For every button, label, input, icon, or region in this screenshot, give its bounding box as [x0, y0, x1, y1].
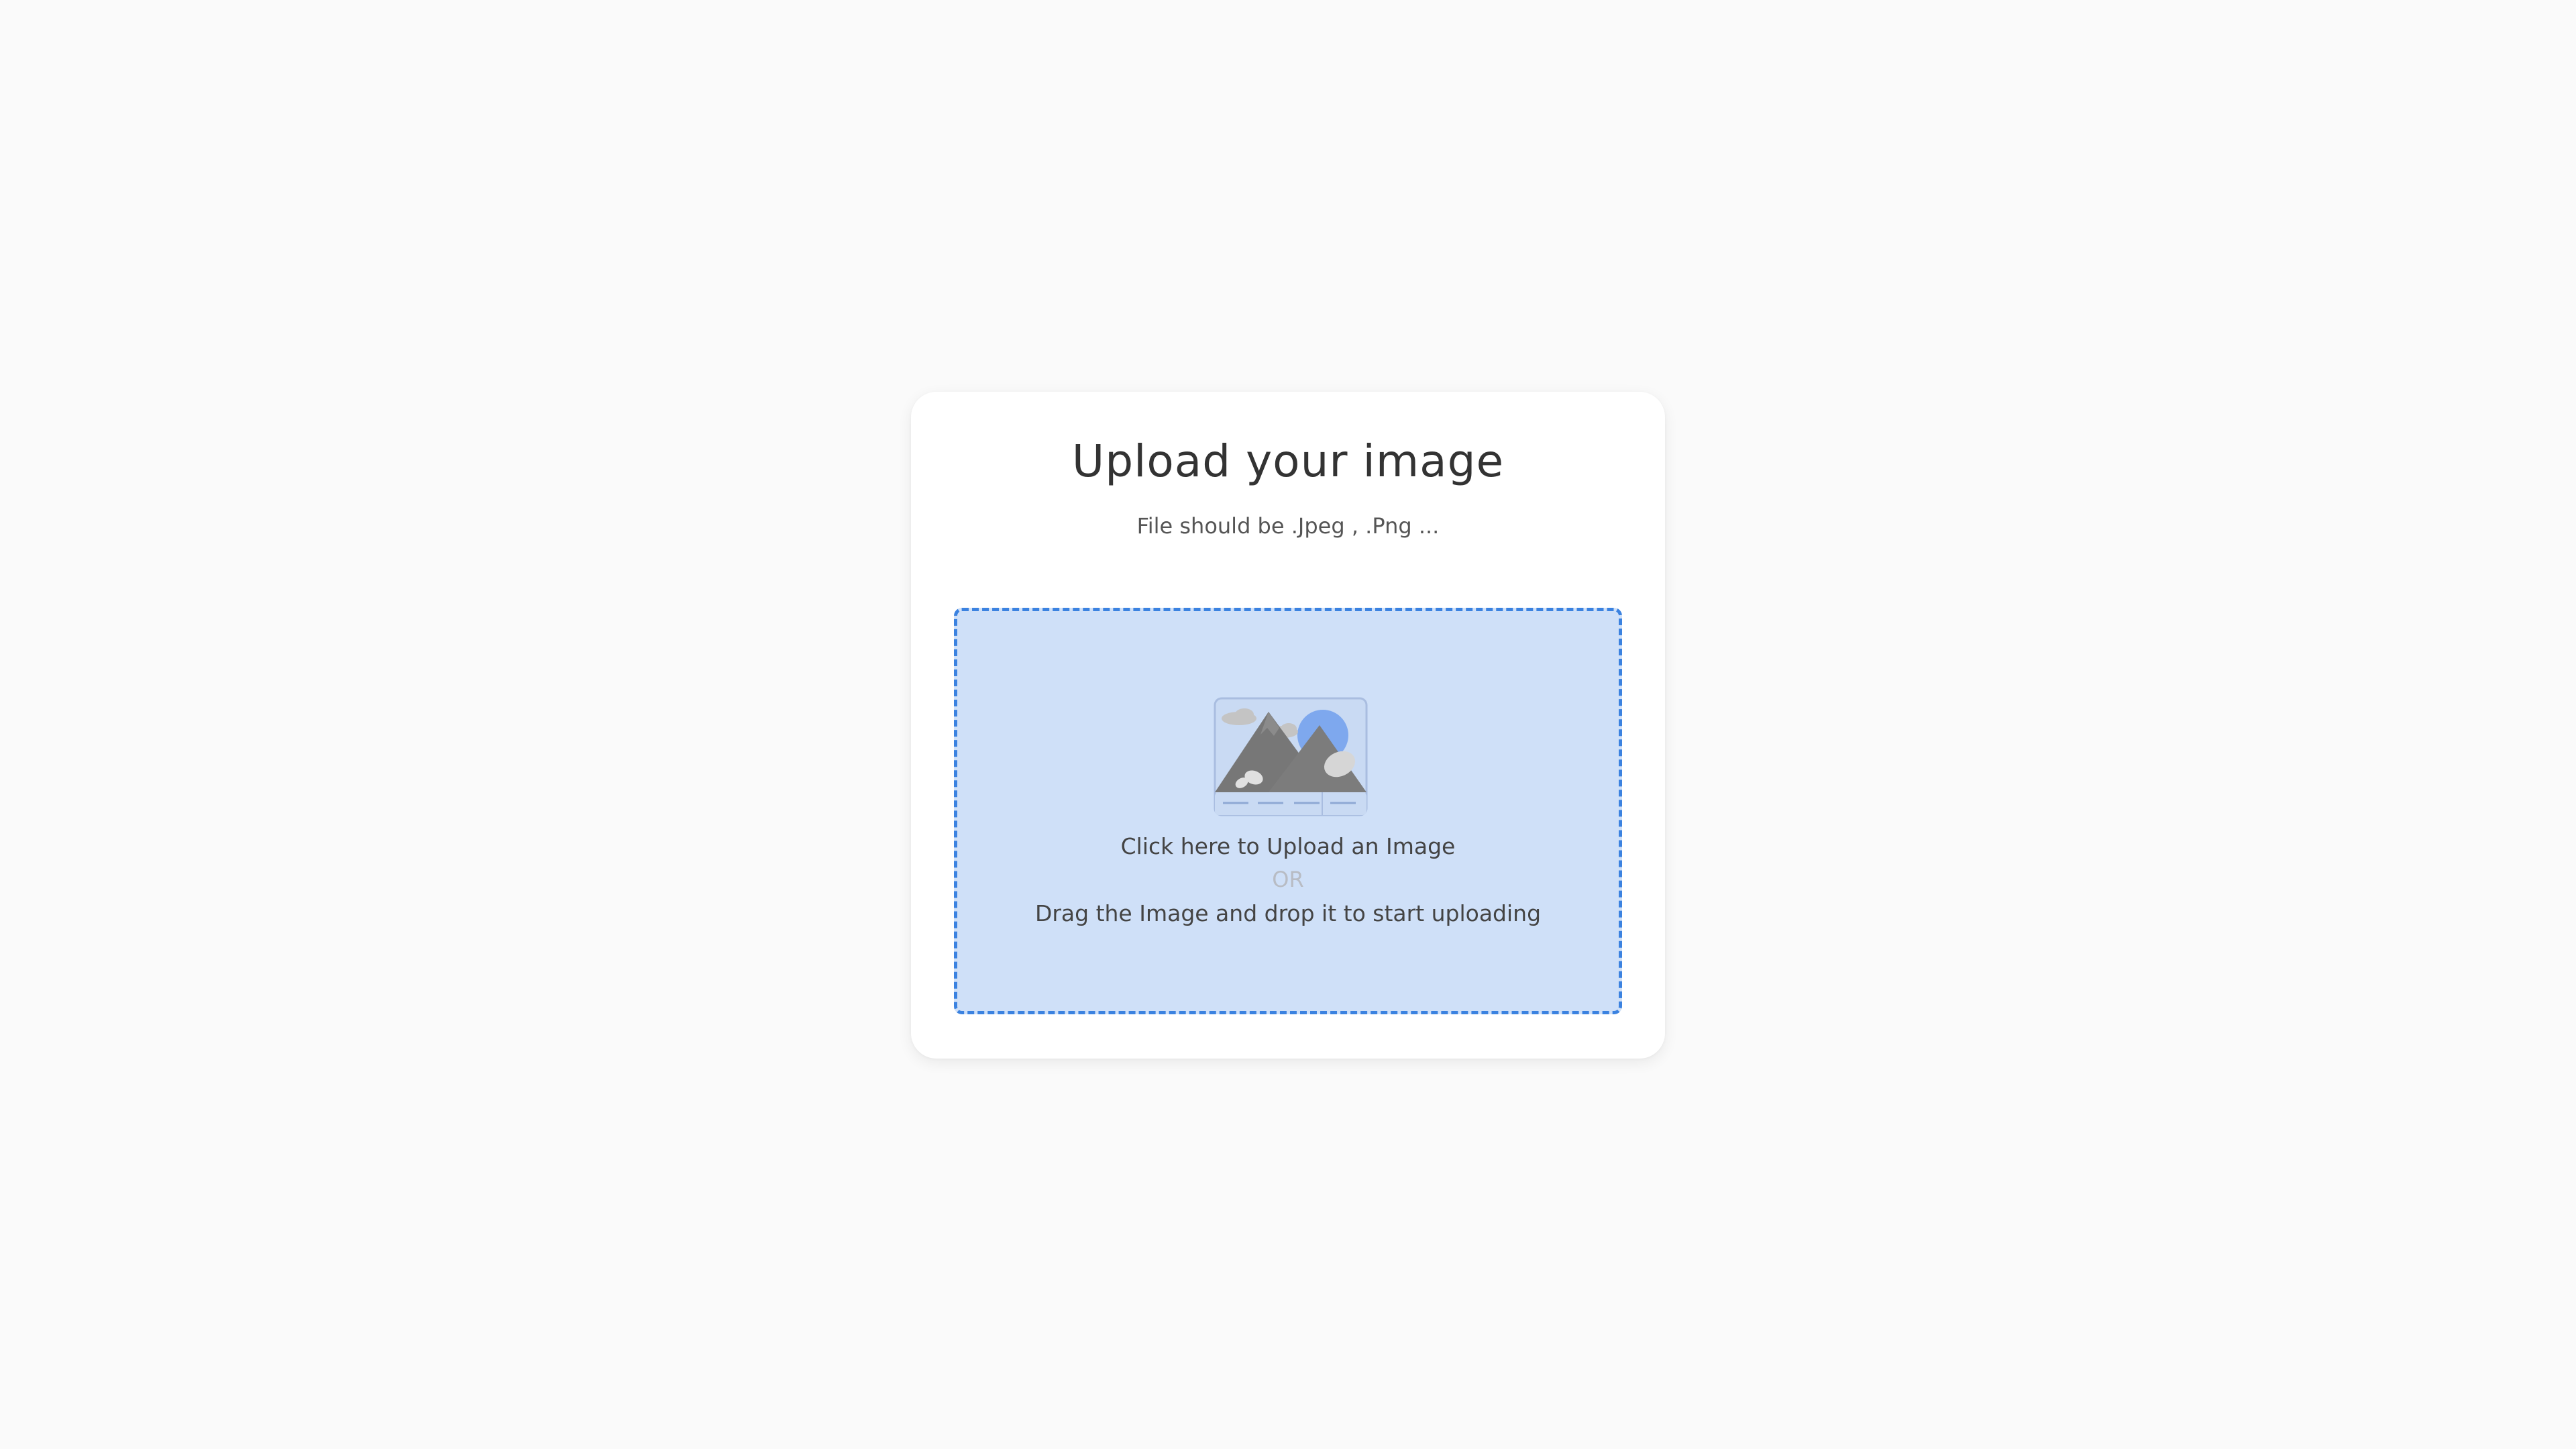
click-to-upload-text[interactable]: Click here to Upload an Image: [957, 833, 1619, 861]
file-type-hint: File should be .Jpeg , .Png ...: [1136, 513, 1440, 539]
page-title: Upload your image: [1071, 435, 1505, 487]
mountain-image-icon: [1214, 697, 1368, 816]
upload-card: Upload your image File should be .Jpeg ,…: [911, 392, 1665, 1059]
or-divider-text: OR: [1272, 867, 1304, 892]
drag-drop-text: Drag the Image and drop it to start uplo…: [1034, 900, 1542, 926]
image-dropzone[interactable]: Click here to Upload an Image OR Drag th…: [954, 608, 1622, 1014]
